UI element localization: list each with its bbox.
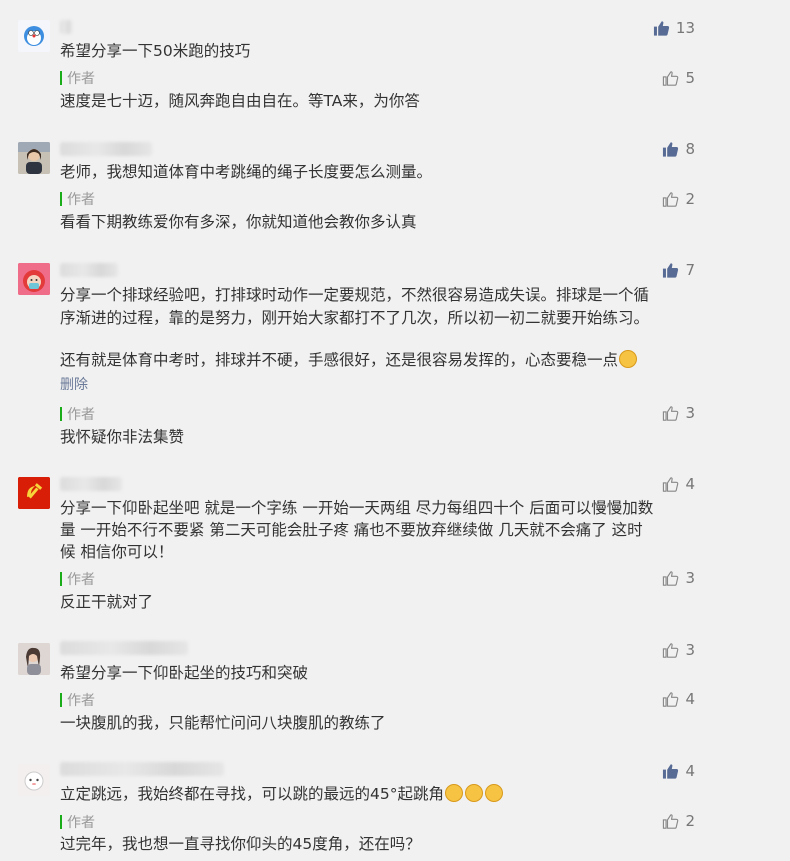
author-reply-tag: 作者: [60, 404, 95, 424]
author-bar: [60, 71, 62, 85]
like-count: 7: [685, 261, 695, 279]
reply-text: 看看下期教练爱你有多深，你就知道他会教你多认真: [60, 213, 417, 231]
hammer-sickle-avatar-icon: [18, 477, 50, 509]
author-bar: [60, 407, 62, 421]
comment-like[interactable]: 7: [662, 260, 695, 280]
like-count: 3: [685, 641, 695, 659]
thinking-face-emoji-icon: [464, 784, 483, 802]
author-reply-tag: 作者: [60, 569, 95, 589]
author-reply-tag: 作者: [60, 68, 95, 88]
thumb-up-outline-icon: [662, 70, 679, 87]
reply-like[interactable]: 4: [662, 689, 695, 709]
comment-text-line: 量 一开始不行不要紧 第二天可能会肚子疼 痛也不要放弃继续做 几天就不会痛了 这…: [60, 521, 643, 539]
like-count: 4: [685, 762, 695, 780]
author-label: 作者: [67, 693, 95, 709]
thumb-up-outline-icon: [662, 405, 679, 422]
comment-text: 希望分享一下仰卧起坐的技巧和突破: [60, 664, 309, 682]
comment-like[interactable]: 4: [662, 761, 695, 781]
thinking-face-emoji-icon: [619, 350, 638, 368]
like-count: 5: [685, 69, 695, 87]
comment-text-line: 序渐进的过程，靠的是努力，刚开始大家都打不了几次，所以初一初二就要开始练习。: [60, 309, 650, 327]
like-count: 3: [685, 569, 695, 587]
thumb-up-outline-icon: [662, 570, 679, 587]
thumb-up-filled-icon: [662, 141, 679, 158]
reply-like[interactable]: 3: [662, 568, 695, 588]
person-avatar-icon: [18, 643, 50, 675]
comment-like[interactable]: 3: [662, 640, 695, 660]
comment-text-line-content: 还有就是体育中考时，排球并不硬，手感很好，还是很容易发挥的，心态要稳一点: [60, 351, 619, 369]
reply-text: 反正干就对了: [60, 593, 154, 611]
reply-like[interactable]: 2: [662, 811, 695, 831]
comment-text-line: 还有就是体育中考时，排球并不硬，手感很好，还是很容易发挥的，心态要稳一点: [60, 349, 700, 371]
like-count: 13: [675, 19, 695, 37]
delete-link[interactable]: 删除: [60, 374, 88, 394]
like-count: 2: [685, 190, 695, 208]
like-count: 3: [685, 404, 695, 422]
avatar[interactable]: [18, 477, 50, 509]
author-label: 作者: [67, 815, 95, 831]
reply-like[interactable]: 2: [662, 189, 695, 209]
comment-text: 希望分享一下50米跑的技巧: [60, 42, 251, 60]
comment-like[interactable]: 4: [662, 474, 695, 494]
author-reply-tag: 作者: [60, 690, 95, 710]
thumb-up-outline-icon: [662, 476, 679, 493]
comment-text-content: 立定跳远，我始终都在寻找，可以跳的最远的45°起跳角: [60, 785, 444, 803]
person-avatar-icon: [18, 142, 50, 174]
thumb-up-filled-icon: [662, 763, 679, 780]
thumb-up-filled-icon: [662, 262, 679, 279]
comment-text-line: 立定跳远，我始终都在寻找，可以跳的最远的45°起跳角: [60, 783, 700, 805]
thumb-up-outline-icon: [662, 813, 679, 830]
comment-text-line: 候 相信你可以！: [60, 543, 174, 561]
thinking-face-emoji-icon: [444, 784, 463, 802]
reply-like[interactable]: 5: [662, 68, 695, 88]
avatar[interactable]: [18, 764, 50, 796]
like-count: 4: [685, 690, 695, 708]
avatar[interactable]: [18, 263, 50, 295]
nickname-blurred: [60, 263, 118, 277]
comment-text-line: 分享一个排球经验吧，打排球时动作一定要规范，不然很容易造成失误。排球是一个循: [60, 286, 650, 304]
thumb-up-outline-icon: [662, 642, 679, 659]
nickname-blurred: [60, 762, 224, 776]
comment-text: 老师，我想知道体育中考跳绳的绳子长度要怎么测量。: [60, 163, 433, 181]
cartoon-girl-avatar-icon: [18, 263, 50, 295]
author-reply-tag: 作者: [60, 189, 95, 209]
cartoon-avatar-icon: [18, 764, 50, 796]
doraemon-avatar-icon: [18, 20, 50, 52]
nickname-blurred: [60, 477, 122, 491]
comment-like[interactable]: 8: [662, 139, 695, 159]
avatar[interactable]: [18, 142, 50, 174]
reply-text: 一块腹肌的我，只能帮忙问问八块腹肌的教练了: [60, 714, 386, 732]
like-count: 2: [685, 812, 695, 830]
reply-text: 速度是七十迈，随风奔跑自由自在。等TA来，为你答: [60, 92, 420, 110]
thumb-up-filled-icon: [653, 20, 670, 37]
comment-like[interactable]: 13: [653, 18, 695, 38]
nickname-blurred: [60, 641, 188, 655]
author-reply-tag: 作者: [60, 812, 95, 832]
author-label: 作者: [67, 192, 95, 208]
author-bar: [60, 572, 62, 586]
reply-text: 我怀疑你非法集赞: [60, 428, 185, 446]
avatar[interactable]: [18, 20, 50, 52]
like-count: 4: [685, 475, 695, 493]
comment-text-line: 分享一下仰卧起坐吧 就是一个字练 一开始一天两组 尽力每组四十个 后面可以慢慢加…: [60, 499, 654, 517]
avatar[interactable]: [18, 643, 50, 675]
like-count: 8: [685, 140, 695, 158]
author-bar: [60, 192, 62, 206]
thumb-up-outline-icon: [662, 191, 679, 208]
author-label: 作者: [67, 71, 95, 87]
author-label: 作者: [67, 572, 95, 588]
author-label: 作者: [67, 407, 95, 423]
thinking-face-emoji-icon: [484, 784, 503, 802]
thumb-up-outline-icon: [662, 691, 679, 708]
author-bar: [60, 815, 62, 829]
reply-text: 过完年，我也想一直寻找你仰头的45度角，还在吗？: [60, 835, 421, 853]
reply-like[interactable]: 3: [662, 403, 695, 423]
nickname-blurred: [60, 142, 152, 156]
nickname-blurred: [60, 20, 72, 34]
author-bar: [60, 693, 62, 707]
